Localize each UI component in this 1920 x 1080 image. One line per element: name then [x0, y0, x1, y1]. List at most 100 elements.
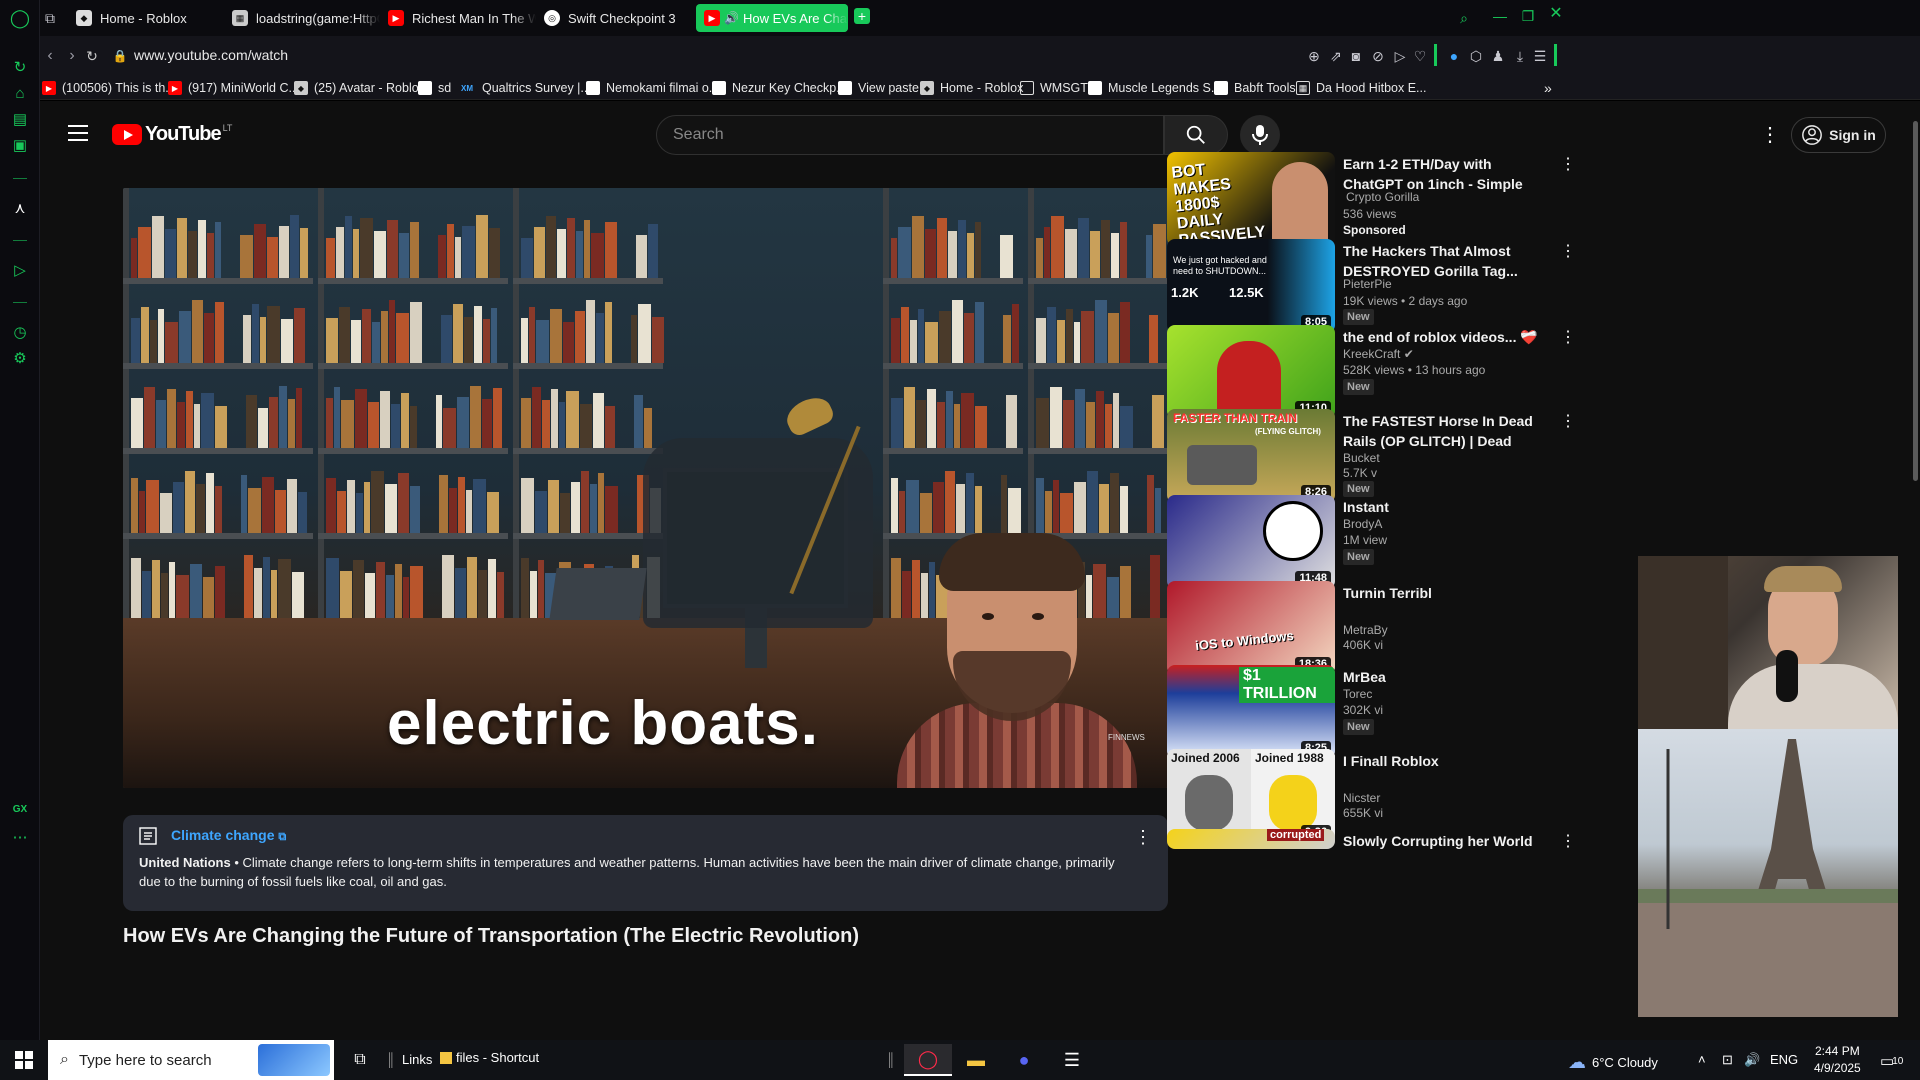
bookmark-item[interactable]: ◆ (25) Avatar - Roblox [294, 80, 425, 96]
recommendation-item[interactable]: $1 TRILLION 8:25 MrBea Torec 302K vi New [1167, 665, 1547, 759]
recommendation-item[interactable]: 11:10 the end of roblox videos... ❤️‍🩹 K… [1167, 325, 1576, 419]
gx-control-icon[interactable]: ↻ [8, 56, 32, 80]
recommendation-item[interactable]: iOS to Windows 18:36 Turnin Terribl Metr… [1167, 581, 1547, 675]
taskbar-search-box[interactable]: ⌕ Type here to search [48, 1040, 334, 1080]
show-hidden-icons-icon[interactable]: ˄ [1698, 1052, 1706, 1067]
video-thumbnail[interactable]: corrupted [1167, 829, 1335, 849]
bookmark-item[interactable]: Muscle Legends S... [1088, 80, 1221, 96]
search-tabs-icon[interactable]: ⌕ [1454, 8, 1474, 28]
video-thumbnail[interactable]: BOT MAKES 1800$ DAILY PASSIVELY [1167, 152, 1335, 246]
back-icon[interactable]: ‹ [40, 46, 60, 66]
youtube-logo[interactable]: YouTube LT [112, 123, 232, 146]
more-actions-icon[interactable]: ⋮ [1560, 154, 1576, 174]
tab-menu-icon[interactable]: ⧉ [40, 8, 60, 28]
bookmark-item[interactable]: ▶ (100506) This is th... [42, 80, 176, 96]
network-icon[interactable]: ⊡ [1722, 1052, 1733, 1068]
reload-icon[interactable]: ↻ [82, 46, 102, 66]
video-thumbnail[interactable]: $1 TRILLION 8:25 [1167, 665, 1335, 759]
download-icon[interactable]: ⤓ [1510, 46, 1530, 66]
volume-icon[interactable]: 🔊 [1744, 1052, 1760, 1068]
new-tab-button[interactable]: + [854, 8, 870, 24]
scrollbar-thumb[interactable] [1913, 121, 1918, 481]
bookmark-item[interactable]: View paste [838, 80, 919, 96]
gx-corner-icon[interactable]: ⌂ [8, 82, 32, 106]
bookmarks-overflow-icon[interactable]: » [1544, 80, 1552, 96]
more-actions-icon[interactable]: ⋮ [1560, 831, 1576, 851]
more-options-icon[interactable]: ⋮ [1758, 123, 1782, 147]
voice-search-button[interactable] [1240, 115, 1280, 155]
more-options-icon[interactable]: ⋯ [8, 826, 32, 850]
task-view-icon[interactable]: ⧉ [336, 1044, 384, 1076]
tab-how-evs-active[interactable]: ▶ 🔊 How EVs Are Changing [696, 4, 848, 32]
tab-swift-checkpoint[interactable]: ◎ Swift Checkpoint 3 [544, 4, 692, 32]
notification-center-icon[interactable]: ▭ 10 [1880, 1052, 1903, 1070]
links-toolbar[interactable]: Links [402, 1052, 432, 1067]
opera-gx-logo-icon[interactable]: ◯ [8, 6, 32, 30]
video-player[interactable]: electric boats. FINNEWS [123, 188, 1168, 788]
video-thumbnail[interactable]: FASTER THAN TRAIN (FLYING GLITCH) 8:26 [1167, 409, 1335, 503]
maximize-icon[interactable]: ❐ [1518, 6, 1538, 26]
discord-icon[interactable]: ● [1000, 1044, 1048, 1076]
adblock-icon[interactable]: ⊘ [1368, 46, 1388, 66]
recommendation-item[interactable]: 11:48 Instant BrodyA 1M view New [1167, 495, 1547, 589]
tab-loadstring[interactable]: ▦ loadstring(game:HttpGet( [232, 4, 380, 32]
extensions-icon[interactable]: ⬡ [1466, 46, 1486, 66]
account-icon[interactable]: ♟ [1488, 46, 1508, 66]
more-actions-icon[interactable]: ⋮ [1560, 327, 1576, 347]
bookmark-item[interactable]: ▶ (917) MiniWorld C... [168, 80, 299, 96]
recommendation-item[interactable]: FASTER THAN TRAIN (FLYING GLITCH) 8:26 T… [1167, 409, 1576, 503]
url-field[interactable]: www.youtube.com/watch [134, 47, 288, 63]
search-input[interactable] [657, 116, 1163, 154]
twitch-icon[interactable]: ▤ [8, 108, 32, 132]
tab-home-roblox[interactable]: ◆ Home - Roblox [76, 4, 224, 32]
more-actions-icon[interactable]: ⋮ [1560, 241, 1576, 261]
files-shortcut[interactable]: files - Shortcut [440, 1050, 539, 1065]
recommendation-item[interactable]: BOT MAKES 1800$ DAILY PASSIVELY Earn 1-2… [1167, 152, 1576, 246]
info-panel-title[interactable]: Climate change ⧉ [171, 827, 286, 844]
bookmark-item[interactable]: sd [418, 80, 451, 96]
minimize-icon[interactable]: — [1490, 6, 1510, 26]
history-icon[interactable]: ◷ [8, 321, 32, 345]
page-scrollbar[interactable] [1911, 101, 1920, 1040]
opera-gx-taskbar-icon[interactable]: ◯ [904, 1044, 952, 1076]
zoom-icon[interactable]: ⊕ [1304, 46, 1324, 66]
video-thumbnail[interactable]: 11:10 [1167, 325, 1335, 419]
video-thumbnail[interactable]: 11:48 [1167, 495, 1335, 589]
tiktok-icon[interactable]: ⋏ [8, 197, 32, 221]
video-thumbnail[interactable]: We just got hacked and need to SHUTDOWN.… [1167, 239, 1335, 333]
send-icon[interactable]: ▷ [1390, 46, 1410, 66]
sign-in-button[interactable]: Sign in [1791, 117, 1886, 153]
clock[interactable]: 2:44 PM 4/9/2025 [1814, 1043, 1861, 1077]
settings-icon[interactable]: ⚙ [8, 347, 32, 371]
bookmark-item[interactable]: XM Qualtrics Survey |... [458, 80, 591, 96]
vpn-icon[interactable]: ● [1444, 46, 1464, 66]
speaker-icon[interactable]: 🔊 [724, 11, 739, 25]
bookmark-item[interactable]: Babft Tools [1214, 80, 1296, 96]
easy-setup-icon[interactable]: ☰ [1530, 46, 1550, 66]
snapshot-icon[interactable]: ◙ [1346, 46, 1366, 66]
info-panel-menu-icon[interactable]: ⋮ [1134, 827, 1152, 848]
recommendation-item[interactable]: corrupted Slowly Corrupting her World ⋮ [1167, 829, 1576, 909]
bookmark-item[interactable]: Nezur Key Checkp... [712, 80, 847, 96]
file-explorer-icon[interactable]: ▬ [952, 1044, 1000, 1076]
bookmark-item[interactable]: ▦ Da Hood Hitbox E... [1296, 80, 1426, 96]
hamburger-menu-icon[interactable] [68, 125, 88, 141]
windows-start-icon[interactable] [0, 1044, 48, 1076]
share-icon[interactable]: ⇗ [1326, 46, 1346, 66]
video-thumbnail[interactable]: iOS to Windows 18:36 [1167, 581, 1335, 675]
forward-icon[interactable]: › [62, 46, 82, 66]
more-actions-icon[interactable]: ⋮ [1560, 411, 1576, 431]
bookmark-item[interactable]: Nemokami filmai o... [586, 80, 719, 96]
tab-richest-man[interactable]: ▶ Richest Man In The World [388, 4, 536, 32]
player-icon[interactable]: ▷ [8, 259, 32, 283]
close-icon[interactable]: ✕ [1546, 4, 1566, 24]
favorites-icon[interactable]: ♡ [1410, 46, 1430, 66]
bookmark-folder[interactable]: WMSGT [1020, 80, 1088, 96]
recommendation-item[interactable]: We just got hacked and need to SHUTDOWN.… [1167, 239, 1576, 333]
notepad-icon[interactable]: ☰ [1048, 1044, 1096, 1076]
messenger-icon[interactable]: ▣ [8, 134, 32, 158]
language-indicator[interactable]: ENG [1770, 1052, 1798, 1067]
search-button[interactable] [1164, 115, 1228, 155]
recommendation-item[interactable]: Joined 2006 Joined 1988 9:26 I Finall Ro… [1167, 749, 1547, 843]
bookmark-item[interactable]: ◆ Home - Roblox [920, 80, 1023, 96]
